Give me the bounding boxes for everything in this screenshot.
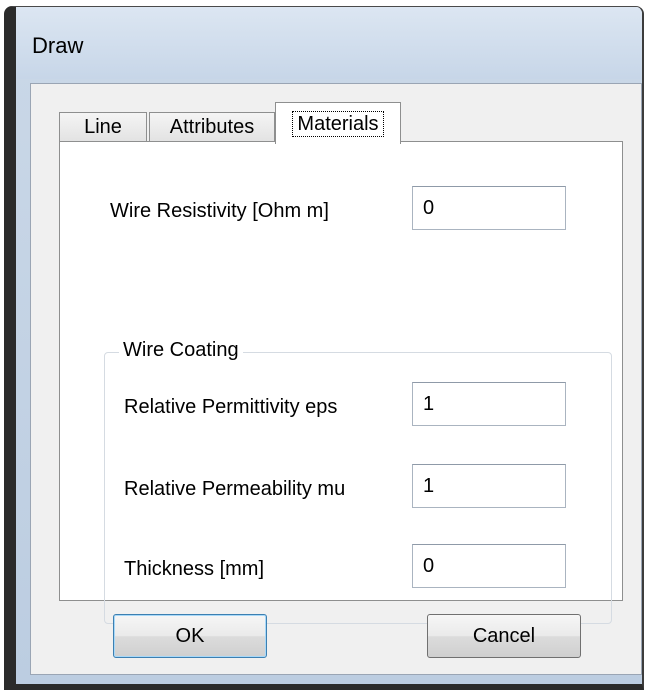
thickness-input[interactable]: [412, 544, 566, 588]
draw-dialog: Draw Line Attributes Materials Wire Resi…: [4, 6, 644, 690]
tab-line[interactable]: Line: [59, 112, 147, 142]
cancel-button[interactable]: Cancel: [427, 614, 581, 658]
tab-materials[interactable]: Materials: [275, 102, 401, 144]
relative-permittivity-input[interactable]: [412, 382, 566, 426]
tab-line-label: Line: [84, 116, 122, 138]
dialog-client-area: Line Attributes Materials Wire Resistivi…: [30, 83, 642, 675]
tab-attributes-label: Attributes: [169, 116, 255, 138]
window-title: Draw: [32, 33, 84, 58]
tab-attributes[interactable]: Attributes: [149, 112, 275, 142]
relative-permittivity-label: Relative Permittivity eps: [124, 396, 338, 418]
tab-materials-label: Materials: [292, 110, 384, 137]
materials-panel: Wire Resistivity [Ohm m] Wire Coating Re…: [59, 141, 623, 624]
ok-button[interactable]: OK: [113, 614, 267, 658]
relative-permeability-input[interactable]: [412, 464, 566, 508]
relative-permeability-label: Relative Permeability mu: [124, 478, 346, 500]
wire-resistivity-label: Wire Resistivity [Ohm m]: [110, 200, 329, 222]
wire-coating-group-label: Wire Coating: [119, 339, 243, 362]
thickness-label: Thickness [mm]: [124, 558, 265, 580]
wire-resistivity-input[interactable]: [412, 186, 566, 230]
title-bar[interactable]: Draw: [16, 7, 642, 79]
